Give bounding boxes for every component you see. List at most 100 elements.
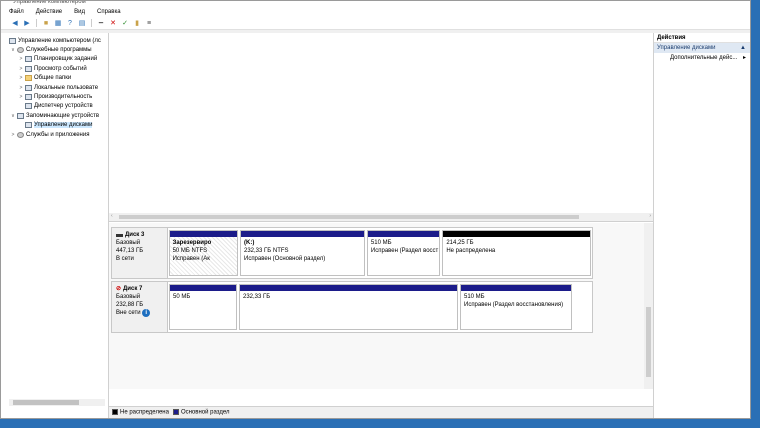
menu-view[interactable]: Вид — [68, 9, 91, 15]
chevron-right-icon[interactable]: > — [17, 66, 25, 72]
toolbar: ◀ ▶ ■ ▦ ? ▤ ━ ✕ ✓ ▮ ≡ — [1, 17, 750, 30]
disk-management-icon — [25, 122, 32, 129]
tree-item[interactable]: > Локальные пользовате — [1, 83, 108, 92]
nav-horizontal-scrollbar[interactable] — [9, 399, 105, 406]
menu-bar: Файл Действие Вид Справка — [1, 7, 750, 17]
tree-item-label: Общие папки — [34, 75, 72, 82]
actions-header: Действия — [654, 33, 750, 43]
partition-status: Исправен (Раздел восст — [370, 248, 439, 254]
disk-info[interactable]: Диск 3 Базовый 447,13 ГБ В сети — [112, 228, 168, 278]
scrollbar-thumb[interactable] — [13, 400, 79, 405]
disk-name-label: Диск 3 — [125, 232, 145, 238]
partition-size: 50 МБ — [173, 294, 191, 300]
partition-label: Зарезервиро — [172, 240, 212, 246]
services-icon — [17, 131, 24, 138]
volume-list-horizontal-scrollbar[interactable]: ‹ › — [109, 213, 653, 221]
tree-item[interactable]: > Службы и приложения — [1, 130, 108, 139]
partition[interactable]: Зарезервиро 50 МБ NTFS Исправен (Ак — [168, 230, 238, 276]
tools-icon — [17, 47, 24, 54]
scrollbar-thumb[interactable] — [119, 215, 579, 219]
legend-swatch-primary — [172, 409, 179, 416]
list-icon[interactable]: ≡ — [145, 19, 153, 27]
up-folder-icon[interactable]: ■ — [42, 19, 50, 27]
toolbar-separator — [36, 19, 37, 27]
partition-size: 214,25 ГБ — [446, 240, 474, 246]
partition[interactable]: (K:) 232,33 ГБ NTFS Исправен (Основной раз… — [240, 230, 365, 276]
connect-icon[interactable]: ━ — [97, 19, 105, 27]
properties-icon[interactable]: ▦ — [54, 19, 62, 27]
partition-type-bar — [240, 285, 457, 291]
partition-type-bar — [169, 231, 237, 237]
tree-item-label: Управление дисками — [34, 122, 93, 129]
chevron-right-icon[interactable]: > — [17, 56, 25, 62]
chevron-right-icon[interactable]: > — [9, 132, 17, 138]
action-more-actions[interactable]: Дополнительные дейс... ▸ — [654, 53, 750, 64]
actions-section-disk-management[interactable]: Управление дисками ▲ — [654, 43, 750, 53]
partition[interactable]: 510 МБ Исправен (Раздел восстановления) — [460, 284, 572, 330]
partition[interactable]: 50 МБ — [169, 284, 237, 330]
tree-item-label: Служебные программы — [26, 47, 92, 54]
chevron-right-icon[interactable]: > — [17, 75, 25, 81]
disk-row: Диск 3 Базовый 447,13 ГБ В сети Зарезервиро 5… — [111, 227, 593, 279]
check-icon[interactable]: ✓ — [121, 19, 129, 27]
tree-item[interactable]: > Общие папки — [1, 74, 108, 83]
menu-file[interactable]: Файл — [3, 9, 30, 15]
disk-size: 447,13 ГБ — [116, 248, 144, 254]
tree-item[interactable]: Управление компьютером (лс — [1, 36, 108, 45]
menu-action[interactable]: Действие — [30, 9, 68, 15]
partition-type-bar — [241, 231, 364, 237]
legend-unallocated: Не распределена — [112, 409, 169, 416]
partition-size: 50 МБ NTFS — [172, 248, 208, 254]
scrollbar-thumb[interactable] — [646, 307, 651, 377]
scroll-left-icon[interactable]: ‹ — [111, 213, 113, 219]
disk-view-vertical-scrollbar[interactable] — [644, 223, 653, 389]
chevron-down-icon[interactable]: ∨ — [9, 113, 17, 119]
chevron-down-icon[interactable]: ∨ — [9, 47, 17, 53]
tree-item[interactable]: ∨ Запоминающие устройств — [1, 111, 108, 120]
delete-icon[interactable]: ✕ — [109, 19, 117, 27]
partition-size: 510 МБ — [464, 294, 485, 300]
chevron-right-icon[interactable]: > — [17, 85, 25, 91]
tree-item[interactable]: > Производительность — [1, 92, 108, 101]
tree-item-label: Просмотр событий — [34, 65, 87, 72]
tree-item[interactable]: > Планировщик заданий — [1, 55, 108, 64]
tree-item[interactable]: Диспетчер устройств — [1, 102, 108, 111]
legend-label: Основной раздел — [180, 409, 230, 416]
forward-arrow-icon[interactable]: ▶ — [23, 19, 31, 27]
menu-help[interactable]: Справка — [91, 9, 127, 15]
partition-size: 510 МБ — [370, 240, 392, 246]
disk-type: Базовый — [116, 294, 141, 300]
collapse-up-icon[interactable]: ▲ — [740, 43, 746, 53]
disk-info[interactable]: ⊘ Диск 7 Базовый 232,88 ГБ Вне сети i — [112, 282, 168, 332]
shared-folders-icon — [25, 75, 32, 82]
show-hide-icon[interactable]: ▤ — [78, 19, 86, 27]
tree-item-label: Запоминающие устройств — [26, 112, 100, 119]
info-icon[interactable]: i — [142, 309, 151, 317]
partition-label: (K:) — [244, 240, 255, 246]
disk-offline-icon: ⊘ — [116, 286, 122, 292]
help-icon[interactable]: ? — [66, 19, 74, 27]
computer-icon — [9, 37, 16, 44]
tree-item[interactable]: ∨ Служебные программы — [1, 45, 108, 54]
back-arrow-icon[interactable]: ◀ — [11, 19, 19, 27]
tree-item[interactable]: > Просмотр событий — [1, 64, 108, 73]
partition[interactable]: 510 МБ Исправен (Раздел восст — [366, 230, 441, 276]
device-manager-icon — [25, 103, 32, 110]
users-icon — [25, 84, 32, 91]
legend-label: Не распределена — [120, 409, 169, 416]
toolbar-separator — [91, 19, 92, 27]
disk-management-pane: ‹ › Диск 3 Базовый 447,13 ГБ В сети Зарезерв… — [109, 33, 653, 418]
disk-layout-view: Диск 3 Базовый 447,13 ГБ В сети Зарезервиро 5… — [109, 223, 653, 389]
partition[interactable]: 232,33 ГБ — [239, 284, 458, 330]
storage-icon — [17, 112, 24, 119]
computer-management-window: Управление компьютером Файл Действие Вид… — [0, 0, 751, 419]
partition[interactable]: 214,25 ГБ Не распределена — [442, 230, 591, 276]
refresh-icon[interactable]: ▮ — [133, 19, 141, 27]
tree-item[interactable]: Управление дисками — [1, 121, 108, 130]
action-label: Дополнительные дейс... — [670, 55, 738, 61]
scroll-right-icon[interactable]: › — [649, 213, 651, 219]
performance-icon — [25, 94, 32, 101]
partition-size: 232,33 ГБ — [243, 294, 271, 300]
volume-list: ‹ › — [109, 33, 653, 222]
chevron-right-icon[interactable]: > — [17, 94, 25, 100]
